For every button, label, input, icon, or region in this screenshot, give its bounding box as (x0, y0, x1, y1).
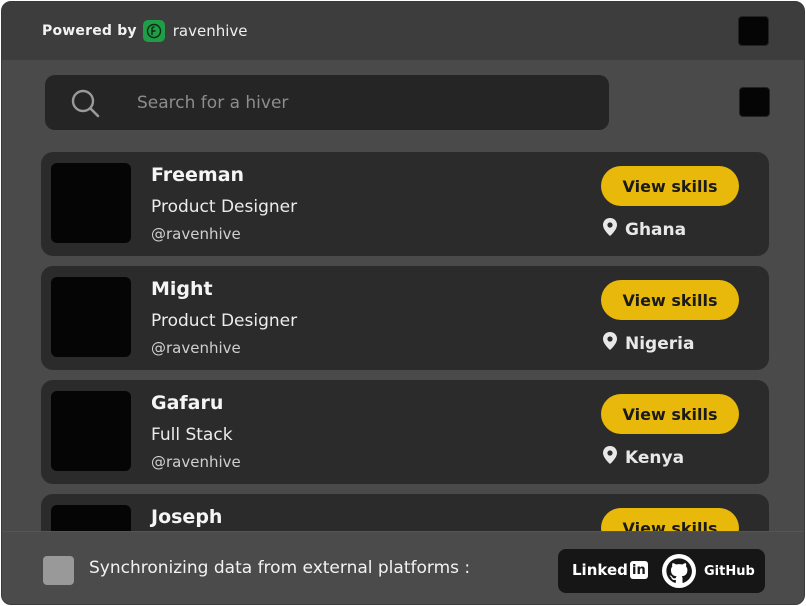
avatar (51, 391, 131, 471)
ravenhive-logo-icon (142, 20, 165, 42)
linkedin-link[interactable]: Linked in (572, 561, 648, 579)
location-label: Ghana (625, 219, 687, 240)
profile-name: Might (151, 278, 213, 300)
view-skills-button[interactable]: View skills (601, 280, 739, 320)
powered-by-label: Powered by (42, 23, 137, 39)
map-pin-icon (603, 446, 617, 469)
view-skills-button[interactable]: View skills (601, 166, 739, 206)
github-link[interactable]: GitHub (662, 554, 755, 588)
search-input[interactable] (137, 85, 577, 121)
profile-handle: @ravenhive (151, 225, 241, 243)
avatar (51, 277, 131, 357)
top-right-button[interactable] (738, 16, 769, 46)
app-window: Powered by ravenhive Freeman Product Des… (1, 1, 805, 605)
profile-card[interactable]: Might Product Designer @ravenhive View s… (41, 266, 769, 370)
filter-button[interactable] (739, 87, 770, 117)
profile-name: Joseph (151, 506, 223, 528)
avatar (51, 163, 131, 243)
map-pin-icon (603, 218, 617, 241)
github-icon (662, 554, 696, 588)
profile-card[interactable]: Freeman Product Designer @ravenhive View… (41, 152, 769, 256)
github-label: GitHub (704, 563, 755, 579)
profile-location: Kenya (603, 446, 684, 469)
top-bar: Powered by ravenhive (2, 2, 804, 60)
profile-role: Product Designer (151, 311, 298, 331)
search-bar[interactable] (45, 75, 609, 130)
view-skills-button[interactable]: View skills (601, 394, 739, 434)
profile-location: Nigeria (603, 332, 694, 355)
location-label: Nigeria (625, 333, 695, 354)
profile-role: Product Designer (151, 197, 298, 217)
linkedin-label: Linked (572, 561, 628, 579)
profile-handle: @ravenhive (151, 339, 241, 357)
search-icon (69, 87, 101, 123)
profile-card[interactable]: Gafaru Full Stack @ravenhive View skills… (41, 380, 769, 484)
powered-by: Powered by ravenhive (42, 19, 248, 43)
map-pin-icon (603, 332, 617, 355)
sync-label: Synchronizing data from external platfor… (89, 558, 471, 578)
profile-name: Gafaru (151, 392, 224, 414)
platforms-panel: Linked in GitHub (558, 549, 765, 593)
profile-handle: @ravenhive (151, 453, 241, 471)
brand-name: ravenhive (172, 22, 248, 40)
profile-location: Ghana (603, 218, 686, 241)
linkedin-icon: in (629, 561, 648, 579)
sync-footer: Synchronizing data from external platfor… (2, 531, 804, 604)
profile-role: Full Stack (151, 425, 233, 445)
profile-name: Freeman (151, 164, 245, 186)
location-label: Kenya (625, 447, 685, 468)
sync-checkbox[interactable] (43, 556, 74, 585)
